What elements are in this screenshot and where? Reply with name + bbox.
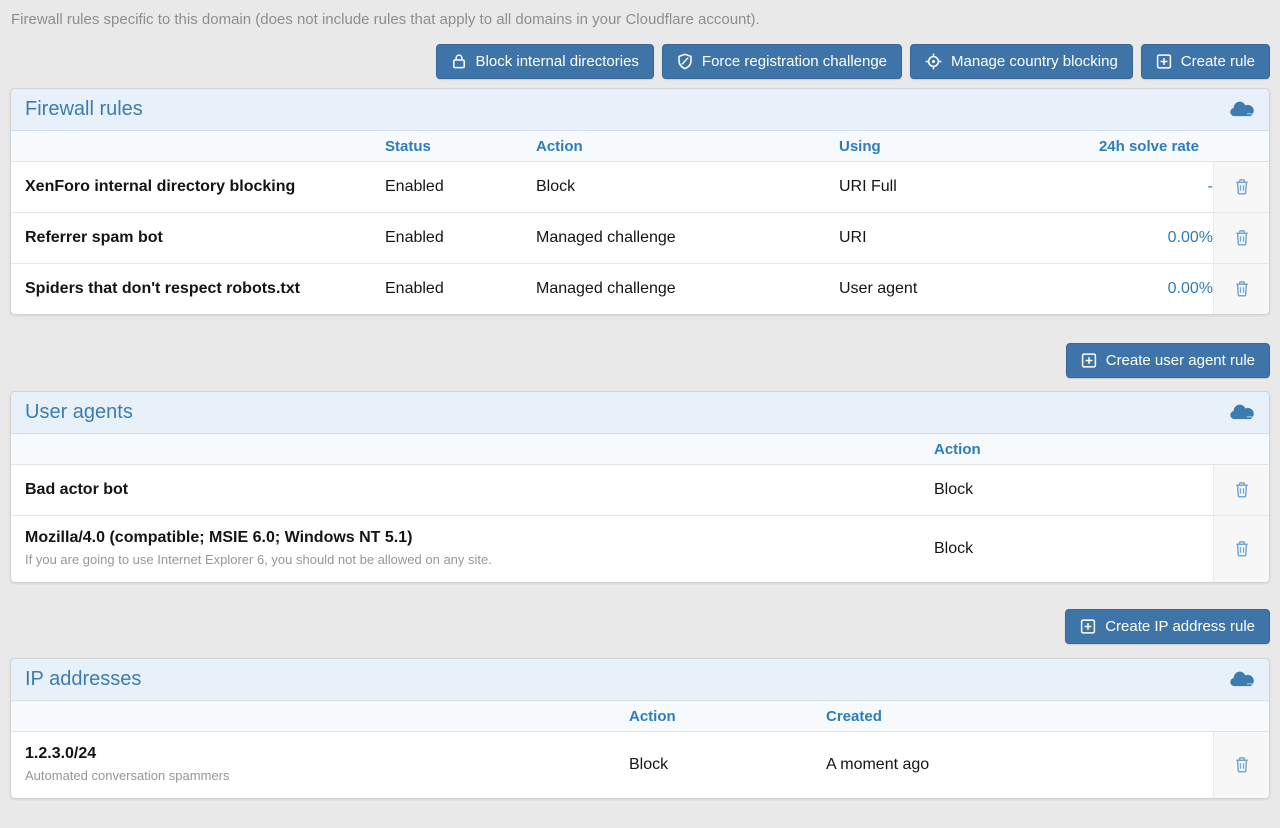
cloudflare-icon xyxy=(1229,101,1255,118)
user-agent-action-bar: Create user agent rule xyxy=(10,343,1270,378)
delete-cell xyxy=(1213,213,1269,263)
rule-using: URI Full xyxy=(839,162,1061,212)
delete-cell xyxy=(1213,162,1269,212)
user-agent-action: Block xyxy=(934,524,1213,574)
manage-country-blocking-button[interactable]: Manage country blocking xyxy=(910,44,1133,79)
delete-button[interactable] xyxy=(1231,753,1253,777)
user-agents-header: User agents xyxy=(11,392,1269,434)
user-agents-table-header: Action xyxy=(11,434,1269,465)
col-status: Status xyxy=(385,138,536,155)
panel-title: IP addresses xyxy=(25,668,141,691)
user-agent-name: Bad actor bot xyxy=(25,465,934,515)
ip-address-action-bar: Create IP address rule xyxy=(10,609,1270,644)
col-created: Created xyxy=(826,708,1213,725)
force-registration-challenge-button[interactable]: Force registration challenge xyxy=(662,44,902,79)
ip-address: 1.2.3.0/24 xyxy=(25,745,629,763)
delete-cell xyxy=(1213,465,1269,515)
create-user-agent-rule-button[interactable]: Create user agent rule xyxy=(1066,343,1270,378)
firewall-table-header: Status Action Using 24h solve rate xyxy=(11,131,1269,162)
user-agent-name: Mozilla/4.0 (compatible; MSIE 6.0; Windo… xyxy=(25,529,934,547)
solve-rate-link[interactable]: 0.00% xyxy=(1168,229,1213,246)
table-row: Bad actor bot Block xyxy=(11,465,1269,515)
block-internal-directories-button[interactable]: Block internal directories xyxy=(436,44,654,79)
plus-square-icon xyxy=(1080,618,1096,635)
crosshair-icon xyxy=(925,53,942,70)
user-agent-description: If you are going to use Internet Explore… xyxy=(25,552,934,567)
solve-rate-value: - xyxy=(1061,162,1213,212)
col-action: Action xyxy=(629,708,826,725)
rule-status: Enabled xyxy=(385,213,536,263)
rule-action: Managed challenge xyxy=(536,213,839,263)
rule-status: Enabled xyxy=(385,162,536,212)
delete-cell xyxy=(1213,264,1269,314)
lock-icon xyxy=(451,53,467,70)
table-row: 1.2.3.0/24 Automated conversation spamme… xyxy=(11,732,1269,798)
plus-square-icon xyxy=(1156,53,1172,70)
table-row: XenForo internal directory blocking Enab… xyxy=(11,162,1269,212)
table-row: Spiders that don't respect robots.txt En… xyxy=(11,263,1269,314)
delete-button[interactable] xyxy=(1231,226,1253,250)
cloudflare-icon xyxy=(1229,671,1255,688)
col-using: Using xyxy=(839,138,1061,155)
col-action: Action xyxy=(536,138,839,155)
rule-status: Enabled xyxy=(385,264,536,314)
delete-button[interactable] xyxy=(1231,537,1253,561)
col-action: Action xyxy=(934,441,1213,458)
ip-addresses-panel: IP addresses Action Created 1.2.3.0/24 A… xyxy=(10,658,1270,799)
delete-button[interactable] xyxy=(1231,478,1253,502)
user-agent-action: Block xyxy=(934,465,1213,515)
rule-name: Spiders that don't respect robots.txt xyxy=(25,264,385,314)
delete-cell xyxy=(1213,732,1269,798)
table-row: Referrer spam bot Enabled Managed challe… xyxy=(11,212,1269,263)
col-solve-rate: 24h solve rate xyxy=(1061,138,1213,155)
plus-square-icon xyxy=(1081,352,1097,369)
rule-using: URI xyxy=(839,213,1061,263)
page-description: Firewall rules specific to this domain (… xyxy=(10,10,1270,29)
delete-button[interactable] xyxy=(1231,175,1253,199)
rule-name: Referrer spam bot xyxy=(25,213,385,263)
panel-title: Firewall rules xyxy=(25,98,143,121)
solve-rate-link[interactable]: 0.00% xyxy=(1168,280,1213,297)
delete-button[interactable] xyxy=(1231,277,1253,301)
rule-name: XenForo internal directory blocking xyxy=(25,162,385,212)
ip-action: Block xyxy=(629,740,826,790)
cloudflare-icon xyxy=(1229,404,1255,421)
user-agents-panel: User agents Action Bad actor bot Block xyxy=(10,391,1270,583)
create-rule-button[interactable]: Create rule xyxy=(1141,44,1270,79)
toolbar: Block internal directories Force registr… xyxy=(10,44,1270,79)
rule-action: Block xyxy=(536,162,839,212)
ip-table-header: Action Created xyxy=(11,701,1269,732)
rule-using: User agent xyxy=(839,264,1061,314)
ip-description: Automated conversation spammers xyxy=(25,768,629,783)
ip-created: A moment ago xyxy=(826,740,1213,790)
ip-addresses-header: IP addresses xyxy=(11,659,1269,701)
panel-title: User agents xyxy=(25,401,133,424)
firewall-rules-header: Firewall rules xyxy=(11,89,1269,131)
table-row: Mozilla/4.0 (compatible; MSIE 6.0; Windo… xyxy=(11,515,1269,582)
shield-icon xyxy=(677,53,693,70)
delete-cell xyxy=(1213,516,1269,582)
rule-action: Managed challenge xyxy=(536,264,839,314)
create-ip-address-rule-button[interactable]: Create IP address rule xyxy=(1065,609,1270,644)
firewall-rules-panel: Firewall rules Status Action Using 24h s… xyxy=(10,88,1270,315)
